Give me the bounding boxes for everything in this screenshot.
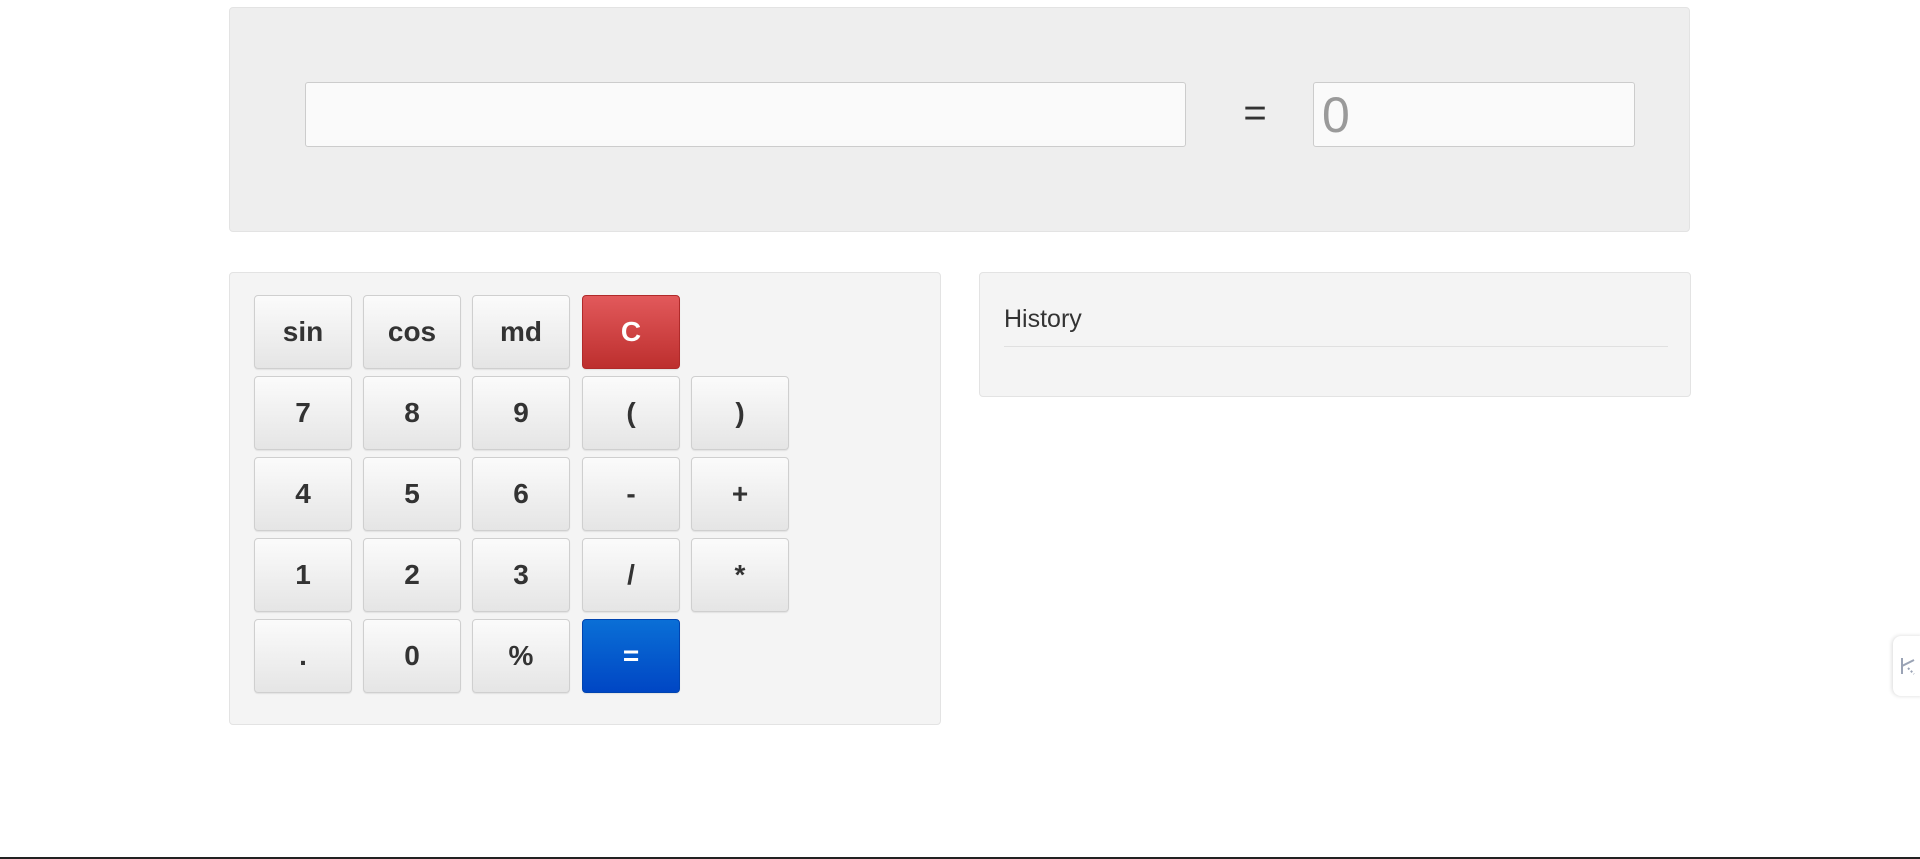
display-panel: =	[229, 7, 1690, 232]
close-paren-button[interactable]: )	[691, 376, 789, 450]
decimal-point-button[interactable]: .	[254, 619, 352, 693]
expression-input[interactable]	[305, 82, 1186, 147]
history-divider	[1004, 346, 1668, 347]
clear-button[interactable]: C	[582, 295, 680, 369]
percent-button[interactable]: %	[472, 619, 570, 693]
result-field[interactable]	[1313, 82, 1635, 147]
digit-6-button[interactable]: 6	[472, 457, 570, 531]
digit-2-button[interactable]: 2	[363, 538, 461, 612]
minus-button[interactable]: -	[582, 457, 680, 531]
digit-3-button[interactable]: 3	[472, 538, 570, 612]
multiply-button[interactable]: *	[691, 538, 789, 612]
digit-4-button[interactable]: 4	[254, 457, 352, 531]
digit-9-button[interactable]: 9	[472, 376, 570, 450]
history-panel: History	[979, 272, 1691, 397]
digit-7-button[interactable]: 7	[254, 376, 352, 450]
extension-tab-icon[interactable]	[1893, 636, 1920, 696]
history-title: History	[1004, 305, 1082, 333]
equals-button[interactable]: =	[582, 619, 680, 693]
digit-5-button[interactable]: 5	[363, 457, 461, 531]
cos-button[interactable]: cos	[363, 295, 461, 369]
equals-sign: =	[1243, 91, 1267, 135]
plus-button[interactable]: +	[691, 457, 789, 531]
extension-glyph-icon	[1901, 658, 1915, 675]
keypad-panel: sin cos md C 7 8 9 ( ) 4 5 6 - + 1 2 3 /…	[229, 272, 941, 725]
md-button[interactable]: md	[472, 295, 570, 369]
open-paren-button[interactable]: (	[582, 376, 680, 450]
digit-8-button[interactable]: 8	[363, 376, 461, 450]
divide-button[interactable]: /	[582, 538, 680, 612]
digit-1-button[interactable]: 1	[254, 538, 352, 612]
digit-0-button[interactable]: 0	[363, 619, 461, 693]
sin-button[interactable]: sin	[254, 295, 352, 369]
